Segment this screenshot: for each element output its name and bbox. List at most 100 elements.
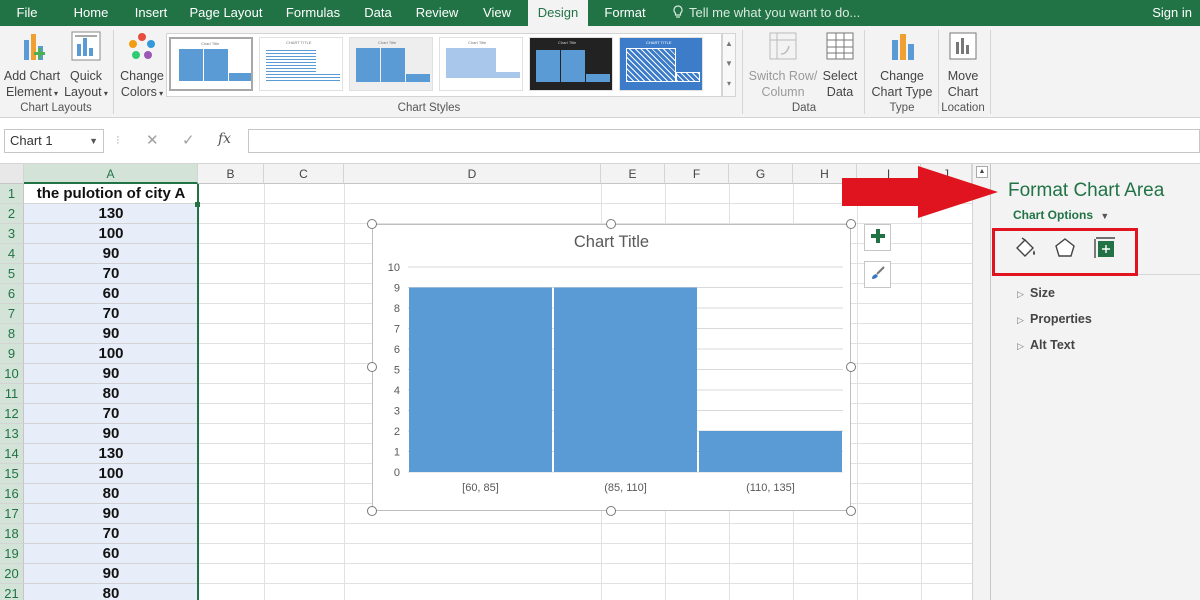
column-header-e[interactable]: E	[601, 164, 665, 184]
row-header[interactable]: 1	[0, 184, 24, 204]
change-colors-button[interactable]: Change Colors ▾	[116, 30, 168, 102]
select-all-corner[interactable]	[0, 164, 24, 184]
change-chart-type-button[interactable]: Change Chart Type	[868, 30, 936, 100]
alt-text-section[interactable]: ▷ Alt Text	[1017, 338, 1075, 352]
column-header-g[interactable]: G	[729, 164, 793, 184]
move-chart-button[interactable]: Move Chart	[940, 30, 986, 100]
tell-me-search[interactable]: Tell me what you want to do...	[672, 0, 860, 26]
data-cell[interactable]: 100	[24, 224, 198, 244]
chart-plot-area[interactable]: 0 1 2 3 4 5 6 7 8 9 10 [60, 85] (85, 110] (110, 135]	[373, 225, 850, 510]
data-cell[interactable]: 70	[24, 304, 198, 324]
enter-icon[interactable]: ✓	[182, 131, 195, 149]
data-cell[interactable]: 90	[24, 244, 198, 264]
row-header[interactable]: 7	[0, 304, 24, 324]
row-header[interactable]: 20	[0, 564, 24, 584]
scroll-up-icon[interactable]: ▲	[723, 34, 735, 54]
select-data-button[interactable]: Select Data	[818, 30, 862, 100]
tab-file[interactable]: File	[0, 0, 54, 26]
row-header[interactable]: 16	[0, 484, 24, 504]
row-header[interactable]: 13	[0, 424, 24, 444]
chart-style-4[interactable]: Chart Title	[439, 37, 523, 91]
data-cell[interactable]: 90	[24, 424, 198, 444]
column-header-a[interactable]: A	[24, 164, 198, 184]
switch-row-column-button[interactable]: Switch Row/ Column	[746, 30, 820, 100]
data-cell[interactable]: 70	[24, 524, 198, 544]
tab-page-layout[interactable]: Page Layout	[188, 0, 264, 26]
data-cell[interactable]: 80	[24, 584, 198, 600]
data-cell[interactable]: 70	[24, 264, 198, 284]
data-cell[interactable]: 60	[24, 544, 198, 564]
resize-handle-top[interactable]	[606, 219, 616, 229]
tab-home[interactable]: Home	[70, 0, 112, 26]
quick-layout-button[interactable]: Quick Layout ▾	[62, 30, 110, 102]
row-header[interactable]: 14	[0, 444, 24, 464]
chart-styles-button[interactable]	[864, 261, 891, 288]
tab-review[interactable]: Review	[412, 0, 462, 26]
resize-handle-left[interactable]	[367, 362, 377, 372]
chevron-down-icon[interactable]: ▼	[89, 130, 98, 152]
data-cell[interactable]: 80	[24, 384, 198, 404]
insert-function-icon[interactable]: fx	[218, 131, 231, 147]
row-header[interactable]: 12	[0, 404, 24, 424]
row-header[interactable]: 10	[0, 364, 24, 384]
resize-handle-right[interactable]	[846, 362, 856, 372]
resize-handle-bottom-right[interactable]	[846, 506, 856, 516]
resize-handle-top-left[interactable]	[367, 219, 377, 229]
tab-view[interactable]: View	[478, 0, 516, 26]
chart-object[interactable]: Chart Title 0 1 2 3 4 5 6 7 8 9 10 [60, 85] (85, 110…	[372, 224, 851, 511]
data-cell[interactable]: 60	[24, 284, 198, 304]
data-cell[interactable]: 130	[24, 204, 198, 224]
column-header-b[interactable]: B	[198, 164, 264, 184]
resize-handle-bottom-left[interactable]	[367, 506, 377, 516]
row-header[interactable]: 4	[0, 244, 24, 264]
data-cell[interactable]: 70	[24, 404, 198, 424]
histogram-bar[interactable]	[409, 287, 552, 473]
histogram-bar[interactable]	[554, 287, 697, 473]
chart-style-6[interactable]: CHART TITLE	[619, 37, 703, 91]
data-cell[interactable]: 130	[24, 444, 198, 464]
row-header[interactable]: 5	[0, 264, 24, 284]
column-header-c[interactable]: C	[264, 164, 344, 184]
histogram-bar[interactable]	[699, 431, 842, 472]
resize-handle-bottom[interactable]	[606, 506, 616, 516]
row-header[interactable]: 6	[0, 284, 24, 304]
row-header[interactable]: 8	[0, 324, 24, 344]
cancel-icon[interactable]: ✕	[146, 131, 159, 149]
tab-formulas[interactable]: Formulas	[282, 0, 344, 26]
styles-scroll[interactable]: ▲ ▼ ▾	[722, 33, 736, 97]
data-cell[interactable]: 90	[24, 564, 198, 584]
properties-section[interactable]: ▷ Properties	[1017, 312, 1092, 326]
sign-in-link[interactable]: Sign in	[1152, 0, 1192, 26]
data-cell[interactable]: 90	[24, 324, 198, 344]
row-header[interactable]: 21	[0, 584, 24, 600]
row-header[interactable]: 11	[0, 384, 24, 404]
formula-input[interactable]	[248, 129, 1200, 153]
vertical-scrollbar[interactable]: ▲	[972, 164, 990, 600]
row-header[interactable]: 3	[0, 224, 24, 244]
gallery-more-icon[interactable]: ▾	[723, 74, 735, 94]
chart-elements-button[interactable]	[864, 224, 891, 251]
chart-style-5[interactable]: Chart Title	[529, 37, 613, 91]
scroll-down-icon[interactable]: ▼	[723, 54, 735, 74]
tab-design[interactable]: Design	[528, 0, 588, 26]
resize-handle-top-right[interactable]	[846, 219, 856, 229]
chart-options-dropdown[interactable]: Chart Options ▼	[1013, 208, 1109, 222]
row-header[interactable]: 19	[0, 544, 24, 564]
fill-handle[interactable]	[195, 202, 200, 207]
tab-data[interactable]: Data	[360, 0, 396, 26]
data-cell[interactable]: 90	[24, 364, 198, 384]
tab-insert[interactable]: Insert	[130, 0, 172, 26]
size-section[interactable]: ▷ Size	[1017, 286, 1055, 300]
data-cell[interactable]: 80	[24, 484, 198, 504]
row-header[interactable]: 17	[0, 504, 24, 524]
name-box[interactable]: Chart 1 ▼	[4, 129, 104, 153]
header-cell[interactable]: the pulotion of city A	[24, 184, 198, 204]
tab-format[interactable]: Format	[598, 0, 652, 26]
column-header-d[interactable]: D	[344, 164, 601, 184]
data-cell[interactable]: 100	[24, 464, 198, 484]
data-cell[interactable]: 100	[24, 344, 198, 364]
row-header[interactable]: 2	[0, 204, 24, 224]
chart-style-3[interactable]: Chart Title	[349, 37, 433, 91]
row-header[interactable]: 15	[0, 464, 24, 484]
add-chart-element-button[interactable]: Add Chart Element ▾	[2, 30, 62, 102]
